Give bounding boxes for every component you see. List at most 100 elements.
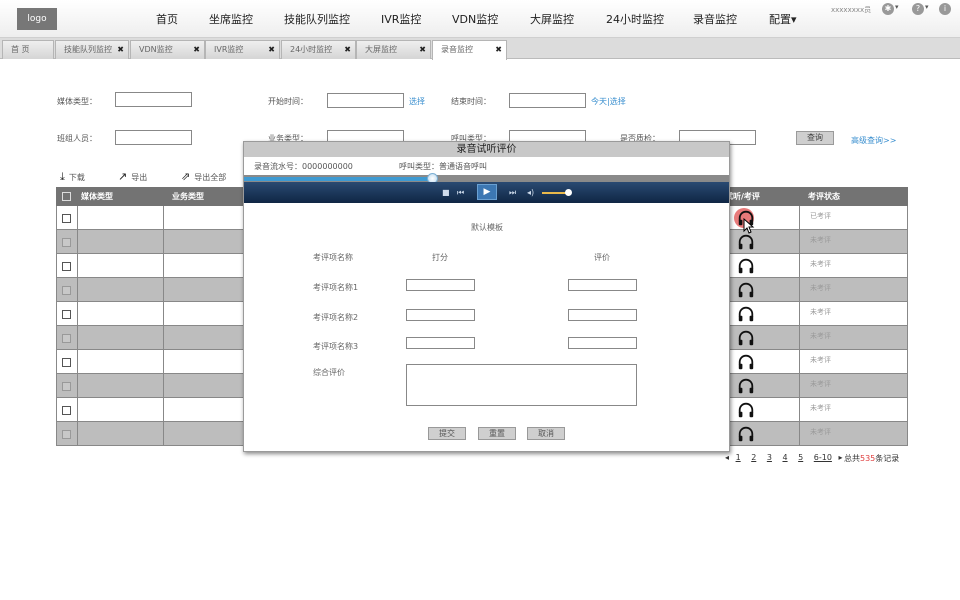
row-checkbox[interactable] [62, 382, 71, 391]
query-button[interactable]: 查询 [796, 131, 834, 145]
end-time-label: 结束时间： [451, 97, 491, 106]
download-button[interactable]: ⤓ 下载 [60, 170, 85, 184]
play-icon[interactable]: ▶ [477, 184, 497, 200]
media-type-input[interactable] [115, 92, 192, 107]
arrow-icon: ↗ [118, 170, 128, 183]
headphones-icon[interactable] [737, 329, 755, 347]
close-icon[interactable]: ✖ [419, 41, 426, 58]
page-link[interactable]: 6-10 [814, 453, 832, 462]
stop-icon[interactable]: ■ [442, 187, 450, 198]
close-icon[interactable]: ✖ [193, 41, 200, 58]
gear-icon[interactable]: ✱ [882, 3, 894, 15]
tab-skill-queue[interactable]: 技能队列监控 ✖ [55, 40, 129, 59]
nav-bigscreen-monitor[interactable]: 大屏监控 [530, 11, 574, 27]
row-checkbox[interactable] [62, 358, 71, 367]
eval-status: 未考评 [810, 284, 831, 292]
export-button[interactable]: ↗ 导出 [118, 170, 147, 183]
overall-textarea[interactable] [406, 364, 637, 406]
start-time-input[interactable] [327, 93, 404, 108]
eval-input-1[interactable] [568, 279, 637, 291]
tab-home[interactable]: 首 页 [2, 40, 54, 59]
reset-button[interactable]: 重置 [478, 427, 516, 440]
tab-vdn[interactable]: VDN监控 ✖ [130, 40, 205, 59]
headphones-icon[interactable] [737, 305, 755, 323]
page-link[interactable]: 4 [782, 453, 787, 462]
row-checkbox[interactable] [62, 334, 71, 343]
eval-status: 未考评 [810, 260, 831, 268]
recording-serial: 录音流水号：0000000000 [254, 162, 353, 171]
close-icon[interactable]: ✖ [495, 41, 502, 58]
score-input-1[interactable] [406, 279, 475, 291]
end-time-input[interactable] [509, 93, 586, 108]
previous-icon[interactable]: ⏮ [457, 187, 464, 198]
tab-24h[interactable]: 24小时监控 ✖ [281, 40, 356, 59]
download-icon: ⤓ [60, 170, 65, 183]
row-checkbox[interactable] [62, 214, 71, 223]
nav-ivr-monitor[interactable]: IVR监控 [381, 11, 421, 27]
submit-button[interactable]: 提交 [428, 427, 466, 440]
total-count: 535 [860, 454, 876, 463]
volume-icon[interactable]: ◂) [527, 187, 534, 198]
info-icon[interactable]: i [939, 3, 951, 15]
headphones-icon[interactable] [737, 401, 755, 419]
eval-input-3[interactable] [568, 337, 637, 349]
close-icon[interactable]: ✖ [344, 41, 351, 58]
eval-input-2[interactable] [568, 309, 637, 321]
nav-agent-monitor[interactable]: 坐席监控 [209, 11, 253, 27]
score-input-3[interactable] [406, 337, 475, 349]
row-checkbox[interactable] [62, 430, 71, 439]
row-checkbox[interactable] [62, 286, 71, 295]
logo[interactable]: logo [17, 8, 57, 30]
nav-home[interactable]: 首页 [156, 11, 178, 27]
advanced-query-link[interactable]: 高级查询>> [851, 135, 896, 146]
select-all-checkbox[interactable] [62, 192, 71, 201]
row-checkbox[interactable] [62, 406, 71, 415]
page-link[interactable]: 2 [751, 453, 756, 462]
row-checkbox[interactable] [62, 262, 71, 271]
team-member-input[interactable] [115, 130, 192, 145]
call-type-info: 呼叫类型：普通语音呼叫 [399, 162, 487, 171]
page-link[interactable]: 5 [798, 453, 803, 462]
eval-status: 已考评 [810, 212, 831, 220]
cell-divider [799, 350, 800, 374]
next-icon[interactable]: ⏭ [509, 187, 516, 198]
headphones-icon[interactable] [737, 233, 755, 251]
headphones-icon[interactable] [737, 377, 755, 395]
volume-handle[interactable] [565, 189, 572, 196]
eval-status: 未考评 [810, 380, 831, 388]
page-link[interactable]: 1 [736, 453, 741, 462]
nav-recording-monitor[interactable]: 录音监控 [693, 11, 737, 27]
close-icon[interactable]: ✖ [268, 41, 275, 58]
tab-recording[interactable]: 录音监控 ✖ [432, 40, 507, 60]
tab-label: 首 页 [11, 45, 30, 54]
close-icon[interactable]: ✖ [117, 41, 124, 58]
page-link[interactable]: 3 [767, 453, 772, 462]
chevron-down-icon[interactable]: ▾ [895, 3, 899, 11]
row-checkbox[interactable] [62, 238, 71, 247]
headphones-icon[interactable] [737, 257, 755, 275]
today-select-link[interactable]: 今天|选择 [591, 96, 626, 107]
row-checkbox[interactable] [62, 310, 71, 319]
help-icon[interactable]: ? [912, 3, 924, 15]
cancel-button[interactable]: 取消 [527, 427, 565, 440]
prev-page-icon[interactable]: ◂ [725, 453, 729, 462]
next-page-icon[interactable]: ▸ [838, 453, 842, 462]
headphones-icon[interactable] [737, 425, 755, 443]
export-label: 导出 [131, 173, 148, 182]
dialog-title[interactable]: 录音试听评价 [244, 142, 729, 157]
tab-ivr[interactable]: IVR监控 ✖ [205, 40, 280, 59]
nav-skill-queue-monitor[interactable]: 技能队列监控 [284, 11, 350, 27]
tab-bigscreen[interactable]: 大屏监控 ✖ [356, 40, 431, 59]
headphones-icon[interactable] [737, 353, 755, 371]
nav-config[interactable]: 配置▾ [769, 11, 797, 27]
export-all-button[interactable]: ⇗ 导出全部 [181, 170, 226, 183]
score-input-2[interactable] [406, 309, 475, 321]
headphones-icon[interactable] [737, 281, 755, 299]
chevron-down-icon[interactable]: ▾ [925, 3, 929, 11]
cell-divider [799, 398, 800, 422]
nav-vdn-monitor[interactable]: VDN监控 [452, 11, 498, 27]
tab-label: 24小时监控 [290, 45, 333, 54]
nav-24h-monitor[interactable]: 24小时监控 [606, 11, 664, 27]
start-time-label: 开始时间： [268, 97, 308, 106]
start-time-select-link[interactable]: 选择 [409, 96, 425, 107]
